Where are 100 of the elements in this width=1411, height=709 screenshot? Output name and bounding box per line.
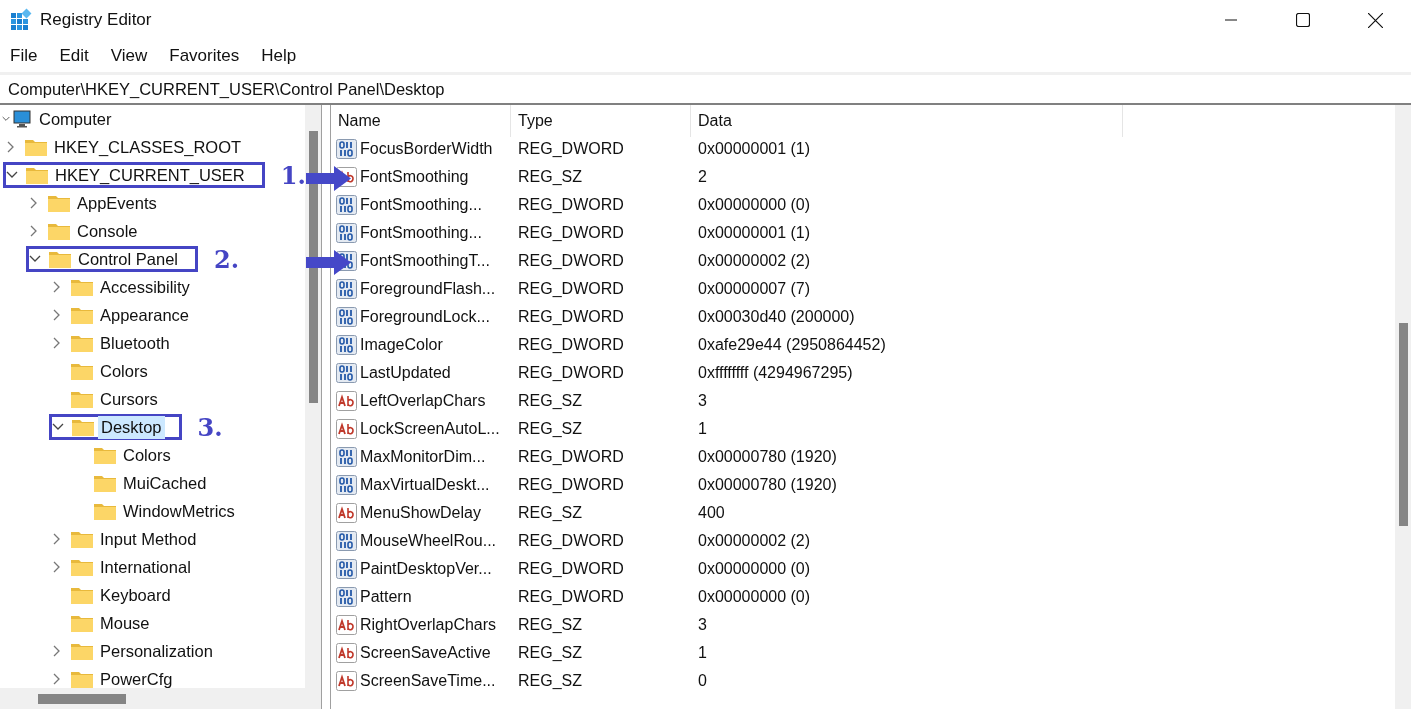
value-type: REG_SZ — [517, 392, 583, 410]
value-data: 0x00000007 (7) — [697, 280, 812, 298]
value-name[interactable]: FontSmoothing... — [360, 224, 482, 242]
value-name[interactable]: PaintDesktopVer... — [360, 560, 492, 578]
value-data: 0x00000002 (2) — [697, 532, 812, 550]
registry-editor-icon — [10, 8, 34, 32]
folder-icon — [94, 474, 116, 492]
value-name[interactable]: LockScreenAutoL... — [360, 420, 500, 438]
value-type: REG_DWORD — [517, 476, 625, 494]
vertical-scrollbar[interactable] — [1395, 105, 1411, 709]
tree-item[interactable]: Colors — [97, 359, 151, 383]
value-data: 0 — [697, 672, 708, 690]
value-name[interactable]: FocusBorderWidth — [360, 140, 493, 158]
value-data: 0x00000000 (0) — [697, 560, 812, 578]
binary-value-icon — [336, 531, 357, 551]
tree-item[interactable]: Accessibility — [97, 275, 193, 299]
value-name[interactable]: FontSmoothing — [360, 168, 469, 186]
folder-icon — [49, 250, 71, 268]
tree-item[interactable]: Input Method — [97, 527, 200, 551]
scrollbar-thumb[interactable] — [309, 131, 318, 403]
binary-value-icon — [336, 195, 357, 215]
menu-item[interactable]: Help — [253, 46, 305, 66]
folder-icon — [71, 362, 93, 380]
tree-item[interactable]: HKEY_CLASSES_ROOT — [51, 135, 245, 159]
value-type: REG_DWORD — [517, 588, 625, 606]
folder-icon — [25, 138, 47, 156]
vertical-scrollbar[interactable] — [305, 105, 321, 688]
value-data: 0x00030d40 (200000) — [697, 308, 856, 326]
value-name[interactable]: LeftOverlapChars — [360, 392, 486, 410]
folder-icon — [71, 586, 93, 604]
value-type: REG_DWORD — [517, 336, 625, 354]
value-type: REG_DWORD — [517, 280, 625, 298]
menu-item[interactable]: File — [2, 46, 46, 66]
value-name[interactable]: MenuShowDelay — [360, 504, 481, 522]
value-type: REG_SZ — [517, 168, 583, 186]
tree-item[interactable]: Computer — [36, 107, 115, 131]
value-name[interactable]: MaxVirtualDeskt... — [360, 476, 490, 494]
value-name[interactable]: LastUpdated — [360, 364, 451, 382]
value-name[interactable]: ScreenSaveTime... — [360, 672, 496, 690]
tree-item[interactable]: Control Panel — [75, 247, 181, 271]
menu-item[interactable]: View — [102, 46, 156, 66]
value-type: REG_DWORD — [517, 560, 625, 578]
value-name[interactable]: FontSmoothing... — [360, 196, 482, 214]
value-data: 0x00000000 (0) — [697, 588, 812, 606]
value-name[interactable]: MaxMonitorDim... — [360, 448, 486, 466]
binary-value-icon — [336, 363, 357, 383]
column-header[interactable]: Type — [511, 105, 691, 137]
folder-icon — [71, 334, 93, 352]
value-name[interactable]: ForegroundFlash... — [360, 280, 496, 298]
binary-value-icon — [336, 447, 357, 467]
tree-item[interactable]: Bluetooth — [97, 331, 173, 355]
folder-icon — [48, 222, 70, 240]
tree-item[interactable]: Mouse — [97, 611, 153, 635]
value-name[interactable]: ForegroundLock... — [360, 308, 490, 326]
menu-item[interactable]: Edit — [51, 46, 97, 66]
value-data: 0x00000001 (1) — [697, 224, 812, 242]
tree-item[interactable]: Console — [74, 219, 141, 243]
tree-item[interactable]: Personalization — [97, 639, 216, 663]
value-name[interactable]: Pattern — [360, 588, 412, 606]
value-type: REG_DWORD — [517, 364, 625, 382]
value-data: 3 — [697, 616, 708, 634]
scrollbar-thumb[interactable] — [1399, 323, 1408, 526]
tree-item[interactable]: Colors — [120, 443, 174, 467]
value-type: REG_DWORD — [517, 448, 625, 466]
value-name[interactable]: ScreenSaveActive — [360, 644, 491, 662]
horizontal-scrollbar[interactable] — [0, 688, 305, 709]
tree-item[interactable]: Keyboard — [97, 583, 174, 607]
value-name[interactable]: ImageColor — [360, 336, 443, 354]
tree-item[interactable]: AppEvents — [74, 191, 160, 215]
string-value-icon — [336, 391, 357, 411]
menu-item[interactable]: Favorites — [161, 46, 248, 66]
binary-value-icon — [336, 559, 357, 579]
binary-value-icon — [336, 475, 357, 495]
folder-icon — [71, 614, 93, 632]
folder-icon — [72, 418, 94, 436]
tree-item[interactable]: MuiCached — [120, 471, 210, 495]
binary-value-icon — [336, 335, 357, 355]
tree-item[interactable]: HKEY_CURRENT_USER — [52, 163, 248, 187]
tree-item[interactable]: WindowMetrics — [120, 499, 238, 523]
string-value-icon — [336, 643, 357, 663]
scrollbar-thumb[interactable] — [38, 694, 126, 704]
string-value-icon — [336, 503, 357, 523]
tree-item[interactable]: Appearance — [97, 303, 192, 327]
window-title: Registry Editor — [40, 10, 153, 30]
value-type: REG_SZ — [517, 616, 583, 634]
folder-icon — [71, 558, 93, 576]
value-type: REG_SZ — [517, 644, 583, 662]
value-data: 400 — [697, 504, 726, 522]
value-name[interactable]: FontSmoothingT... — [360, 252, 490, 270]
value-name[interactable]: RightOverlapChars — [360, 616, 497, 634]
tree-item[interactable]: International — [97, 555, 194, 579]
string-value-icon — [336, 419, 357, 439]
string-value-icon — [336, 671, 357, 691]
annotation-number: 1. — [280, 160, 305, 190]
column-header[interactable]: Data — [691, 105, 1123, 137]
tree-item[interactable]: Cursors — [97, 387, 161, 411]
tree-item[interactable]: PowerCfg — [97, 667, 176, 688]
column-header[interactable]: Name — [331, 105, 511, 137]
value-name[interactable]: MouseWheelRou... — [360, 532, 497, 550]
tree-item[interactable]: Desktop — [98, 415, 165, 439]
